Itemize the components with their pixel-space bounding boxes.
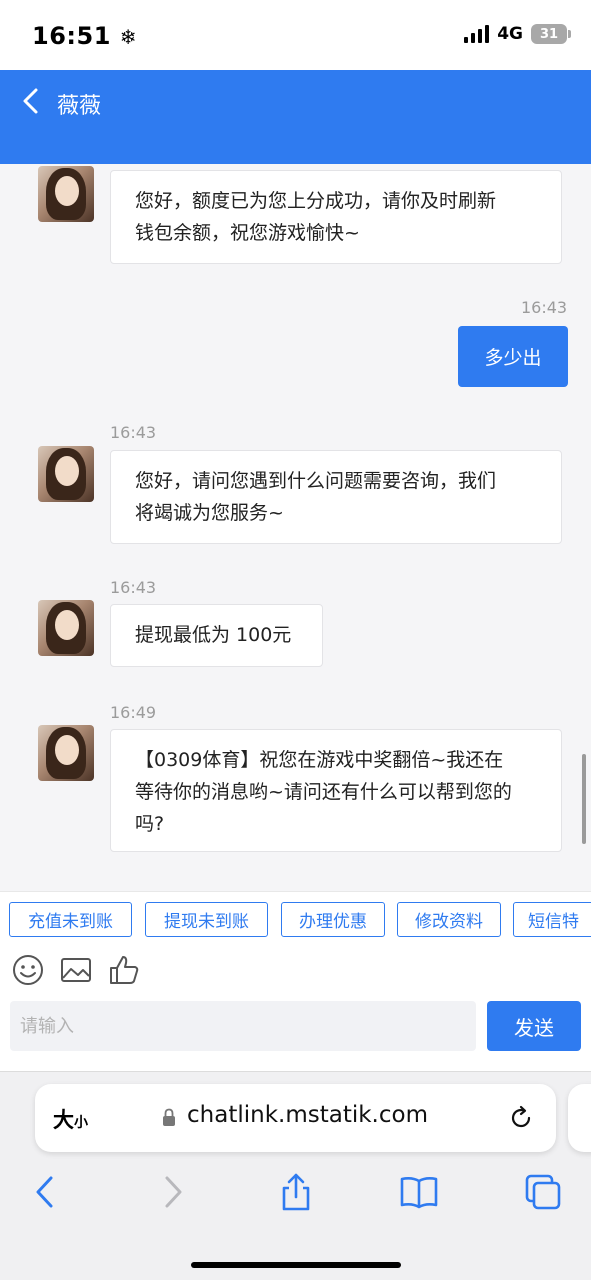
- quick-reply-sms[interactable]: 短信特: [513, 902, 591, 937]
- back-icon[interactable]: [26, 1172, 66, 1212]
- message-line: 您好，额度已为您上分成功，请你及时刷新: [135, 190, 497, 212]
- bookmarks-icon[interactable]: [399, 1172, 439, 1212]
- url-text: chatlink.mstatik.com: [187, 1102, 428, 1128]
- image-icon[interactable]: [59, 953, 93, 987]
- message-line: 等待你的消息哟~请问还有什么可以帮到您的: [135, 781, 512, 803]
- battery-level: 31: [539, 26, 559, 42]
- lock-icon: [163, 1108, 175, 1126]
- status-time: 16:51 ❄: [32, 22, 137, 50]
- send-button[interactable]: 发送: [487, 1001, 581, 1051]
- composer: 发送: [0, 995, 591, 1071]
- browser-toolbar: 大小 chatlink.mstatik.com: [0, 1071, 591, 1280]
- signal-icon: [464, 25, 490, 43]
- snowflake-icon: ❄: [119, 25, 138, 49]
- reload-icon[interactable]: [507, 1104, 535, 1132]
- incoming-message: 您好，请问您遇到什么问题需要咨询，我们 将竭诚为您服务~: [110, 450, 562, 544]
- text-size-small: 小: [74, 1115, 88, 1131]
- message-timestamp: 16:43: [110, 578, 157, 597]
- text-size-big: 大: [53, 1108, 74, 1132]
- message-text: 多少出: [484, 347, 542, 369]
- forward-icon[interactable]: [153, 1172, 193, 1212]
- incoming-message: 提现最低为 100元: [110, 604, 323, 667]
- incoming-message: 您好，额度已为您上分成功，请你及时刷新 钱包余额，祝您游戏愉快~: [110, 170, 562, 264]
- incoming-message: 【0309体育】祝您在游戏中奖翻倍~我还在 等待你的消息哟~请问还有什么可以帮到…: [110, 729, 562, 852]
- next-tab-peek[interactable]: [568, 1084, 591, 1152]
- input-toolbar: [0, 945, 591, 995]
- network-type: 4G: [497, 24, 523, 44]
- address-bar[interactable]: 大小 chatlink.mstatik.com: [35, 1084, 556, 1152]
- outgoing-message: 多少出: [458, 326, 568, 387]
- quick-reply-bar[interactable]: 充值未到账 提现未到账 办理优惠 修改资料 短信特: [0, 891, 591, 945]
- message-input[interactable]: [10, 1001, 476, 1051]
- home-indicator: [191, 1262, 401, 1268]
- thumbs-up-icon[interactable]: [107, 953, 141, 987]
- message-timestamp: 16:43: [110, 423, 157, 442]
- message-line: 将竭诚为您服务~: [135, 502, 284, 524]
- message-timestamp: 16:43: [521, 298, 568, 317]
- chat-header: 薇薇: [0, 70, 591, 164]
- quick-reply-withdraw[interactable]: 提现未到账: [145, 902, 268, 937]
- status-indicators: 4G 31: [464, 24, 571, 44]
- quick-reply-recharge[interactable]: 充值未到账: [9, 902, 132, 937]
- chevron-left-icon: [23, 88, 38, 114]
- back-button[interactable]: [18, 86, 48, 120]
- message-list[interactable]: 您好，额度已为您上分成功，请你及时刷新 钱包余额，祝您游戏愉快~ 16:43 多…: [0, 164, 591, 891]
- clock-text: 16:51: [32, 22, 111, 50]
- message-line: 【0309体育】祝您在游戏中奖翻倍~我还在: [135, 749, 504, 771]
- status-bar: 16:51 ❄ 4G 31: [0, 0, 591, 70]
- message-line: 提现最低为 100元: [135, 624, 292, 646]
- message-timestamp: 16:49: [110, 703, 157, 722]
- quick-reply-promotion[interactable]: 办理优惠: [281, 902, 385, 937]
- agent-avatar: [38, 600, 94, 656]
- tabs-icon[interactable]: [523, 1172, 563, 1212]
- share-icon[interactable]: [276, 1172, 316, 1212]
- text-size-button[interactable]: 大小: [53, 1104, 88, 1134]
- message-line: 吗?: [135, 813, 165, 835]
- contact-name: 薇薇: [57, 94, 102, 119]
- emoji-icon[interactable]: [11, 953, 45, 987]
- quick-reply-edit-profile[interactable]: 修改资料: [397, 902, 501, 937]
- message-line: 钱包余额，祝您游戏愉快~: [135, 222, 360, 244]
- agent-avatar: [38, 166, 94, 222]
- message-line: 您好，请问您遇到什么问题需要咨询，我们: [135, 470, 497, 492]
- agent-avatar: [38, 446, 94, 502]
- chat-scrollbar[interactable]: [582, 754, 586, 844]
- agent-avatar: [38, 725, 94, 781]
- battery-icon: 31: [531, 24, 571, 44]
